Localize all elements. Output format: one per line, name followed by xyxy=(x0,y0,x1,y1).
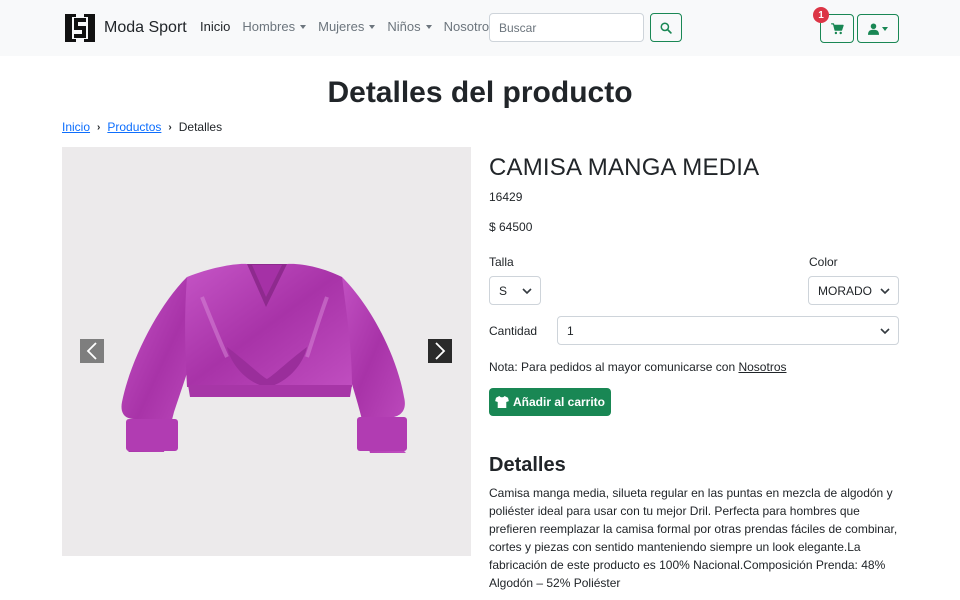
size-label: Talla xyxy=(489,255,514,269)
color-select[interactable]: MORADO xyxy=(808,276,899,305)
page-title: Detalles del producto xyxy=(327,76,633,109)
product-carousel xyxy=(62,147,471,556)
caret-down-icon xyxy=(882,26,888,31)
chevron-left-icon xyxy=(86,342,97,360)
caret-down-icon xyxy=(425,24,432,29)
search-button[interactable] xyxy=(650,13,682,42)
cart-count-badge: 1 xyxy=(813,7,829,23)
breadcrumb-separator-icon: › xyxy=(97,121,101,133)
color-label: Color xyxy=(809,255,838,269)
quantity-label: Cantidad xyxy=(489,324,538,338)
breadcrumb: Inicio › Productos › Detalles xyxy=(62,120,222,134)
shirt-icon xyxy=(495,396,509,408)
breadcrumb-products-link[interactable]: Productos xyxy=(107,120,161,134)
cart-icon xyxy=(830,22,844,34)
details-heading: Detalles xyxy=(489,454,566,476)
chevron-down-icon xyxy=(880,288,890,295)
carousel-prev-button[interactable] xyxy=(80,339,104,363)
caret-down-icon xyxy=(369,24,376,29)
nosotros-link[interactable]: Nosotros xyxy=(738,360,786,374)
chevron-down-icon xyxy=(880,328,890,335)
breadcrumb-current: Detalles xyxy=(178,120,223,134)
nav-label: Niños xyxy=(387,19,421,34)
caret-down-icon xyxy=(300,24,307,29)
chevron-right-icon xyxy=(435,342,446,360)
brand-name: Moda Sport xyxy=(104,19,187,36)
brand-logo xyxy=(65,14,95,42)
breadcrumb-home-link[interactable]: Inicio xyxy=(62,120,90,134)
nav-item-mujeres[interactable]: Mujeres xyxy=(318,19,376,34)
add-to-cart-button[interactable]: Añadir al carrito xyxy=(489,388,611,416)
quantity-select-value: 1 xyxy=(567,323,574,338)
search-input[interactable] xyxy=(489,13,644,42)
nav-label: Nosotros xyxy=(443,19,496,34)
search-icon xyxy=(660,22,672,34)
size-select-value: S xyxy=(499,283,508,298)
nav-label: Inicio xyxy=(200,19,231,34)
wholesale-note-text: Nota: Para pedidos al mayor comunicarse … xyxy=(489,360,739,374)
nav-item-ninos[interactable]: Niños xyxy=(387,19,432,34)
size-select[interactable]: S xyxy=(489,276,541,305)
nav-label: Mujeres xyxy=(318,19,365,34)
user-menu-button[interactable] xyxy=(857,14,899,43)
nav-links: Inicio Hombres Mujeres Niños Nosotros xyxy=(200,19,508,34)
carousel-next-button[interactable] xyxy=(428,339,452,363)
chevron-down-icon xyxy=(522,288,532,295)
product-reference: 16429 xyxy=(489,190,523,204)
brand[interactable]: Moda Sport xyxy=(64,12,187,44)
details-description: Camisa manga media, silueta regular en l… xyxy=(489,486,898,590)
navbar: Moda Sport Inicio Hombres Mujeres Niños … xyxy=(0,0,960,56)
breadcrumb-separator-icon: › xyxy=(168,121,172,133)
nav-item-hombres[interactable]: Hombres xyxy=(242,19,307,34)
nav-item-inicio[interactable]: Inicio xyxy=(200,19,230,34)
wholesale-note: Nota: Para pedidos al mayor comunicarse … xyxy=(489,360,787,374)
product-name: CAMISA MANGA MEDIA xyxy=(489,154,760,181)
nav-item-nosotros[interactable]: Nosotros xyxy=(444,19,496,34)
product-image xyxy=(121,263,407,453)
add-to-cart-label: Añadir al carrito xyxy=(512,395,606,409)
user-icon xyxy=(868,23,879,35)
color-select-value: MORADO xyxy=(818,283,872,298)
product-price: $ 64500 xyxy=(489,220,533,234)
nav-label: Hombres xyxy=(242,19,296,34)
quantity-select[interactable]: 1 xyxy=(557,316,899,345)
